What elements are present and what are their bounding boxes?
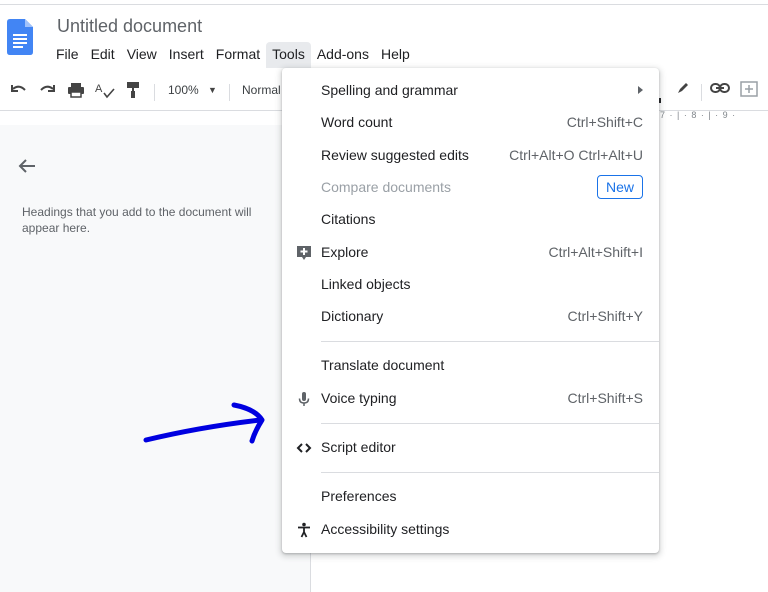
back-arrow-icon[interactable]: [16, 155, 38, 177]
menu-format[interactable]: Format: [210, 42, 266, 68]
menu-item-spelling-grammar[interactable]: Spelling and grammar: [282, 75, 659, 107]
microphone-icon: [298, 392, 310, 406]
chevron-down-icon[interactable]: ▼: [208, 85, 217, 95]
submenu-arrow-icon: [638, 86, 643, 94]
menu-edit[interactable]: Edit: [85, 42, 121, 68]
menu-divider: [321, 472, 659, 473]
zoom-select[interactable]: 100%: [168, 83, 199, 97]
document-title[interactable]: Untitled document: [57, 16, 202, 37]
menu-divider: [321, 341, 659, 342]
menu-item-script-editor[interactable]: Script editor: [282, 432, 659, 464]
menu-insert[interactable]: Insert: [163, 42, 210, 68]
menu-tools[interactable]: Tools: [266, 42, 311, 68]
print-icon[interactable]: [67, 81, 85, 99]
menu-divider: [321, 423, 659, 424]
explore-icon: [297, 246, 311, 260]
menu-item-dictionary[interactable]: Dictionary Ctrl+Shift+Y: [282, 301, 659, 333]
accessibility-icon: [298, 522, 310, 538]
menu-view[interactable]: View: [121, 42, 163, 68]
new-badge: New: [596, 175, 643, 199]
undo-icon[interactable]: [10, 81, 28, 99]
document-outline-pane: [0, 125, 311, 592]
menu-item-citations[interactable]: Citations: [282, 204, 659, 236]
code-icon: [296, 443, 312, 453]
menu-addons[interactable]: Add-ons: [311, 42, 375, 68]
menu-help[interactable]: Help: [375, 42, 416, 68]
menu-item-explore[interactable]: Explore Ctrl+Alt+Shift+I: [282, 237, 659, 269]
menu-item-review-suggested-edits[interactable]: Review suggested edits Ctrl+Alt+O Ctrl+A…: [282, 140, 659, 172]
paragraph-style-select[interactable]: Normal: [242, 83, 281, 97]
toolbar-divider: [154, 84, 155, 101]
spellcheck-icon[interactable]: A: [95, 81, 115, 99]
tools-menu-dropdown: Spelling and grammar Word count Ctrl+Shi…: [282, 68, 659, 553]
menu-item-linked-objects[interactable]: Linked objects: [282, 269, 659, 301]
menu-item-translate-document[interactable]: Translate document: [282, 350, 659, 382]
toolbar-divider: [701, 84, 702, 101]
svg-text:A: A: [95, 83, 103, 95]
docs-logo-icon[interactable]: [7, 19, 33, 55]
link-icon[interactable]: [710, 81, 730, 95]
menu-bar: File Edit View Insert Format Tools Add-o…: [50, 42, 416, 68]
menu-item-voice-typing[interactable]: Voice typing Ctrl+Shift+S: [282, 383, 659, 415]
menu-item-word-count[interactable]: Word count Ctrl+Shift+C: [282, 107, 659, 139]
menu-file[interactable]: File: [50, 42, 85, 68]
menu-item-accessibility-settings[interactable]: Accessibility settings: [282, 514, 659, 546]
outline-empty-hint: Headings that you add to the document wi…: [22, 205, 252, 235]
paint-format-icon[interactable]: [125, 81, 141, 99]
annotation-arrow: [143, 402, 265, 444]
redo-icon[interactable]: [38, 81, 56, 99]
toolbar-divider: [229, 84, 230, 101]
ruler[interactable]: 7 · | · 8 · | · 9 ·: [660, 110, 768, 126]
window-top-border: [0, 0, 768, 5]
highlight-icon[interactable]: [676, 81, 690, 95]
add-comment-icon[interactable]: [740, 81, 758, 99]
menu-item-compare-documents: Compare documents New: [282, 172, 659, 204]
menu-item-preferences[interactable]: Preferences: [282, 481, 659, 513]
